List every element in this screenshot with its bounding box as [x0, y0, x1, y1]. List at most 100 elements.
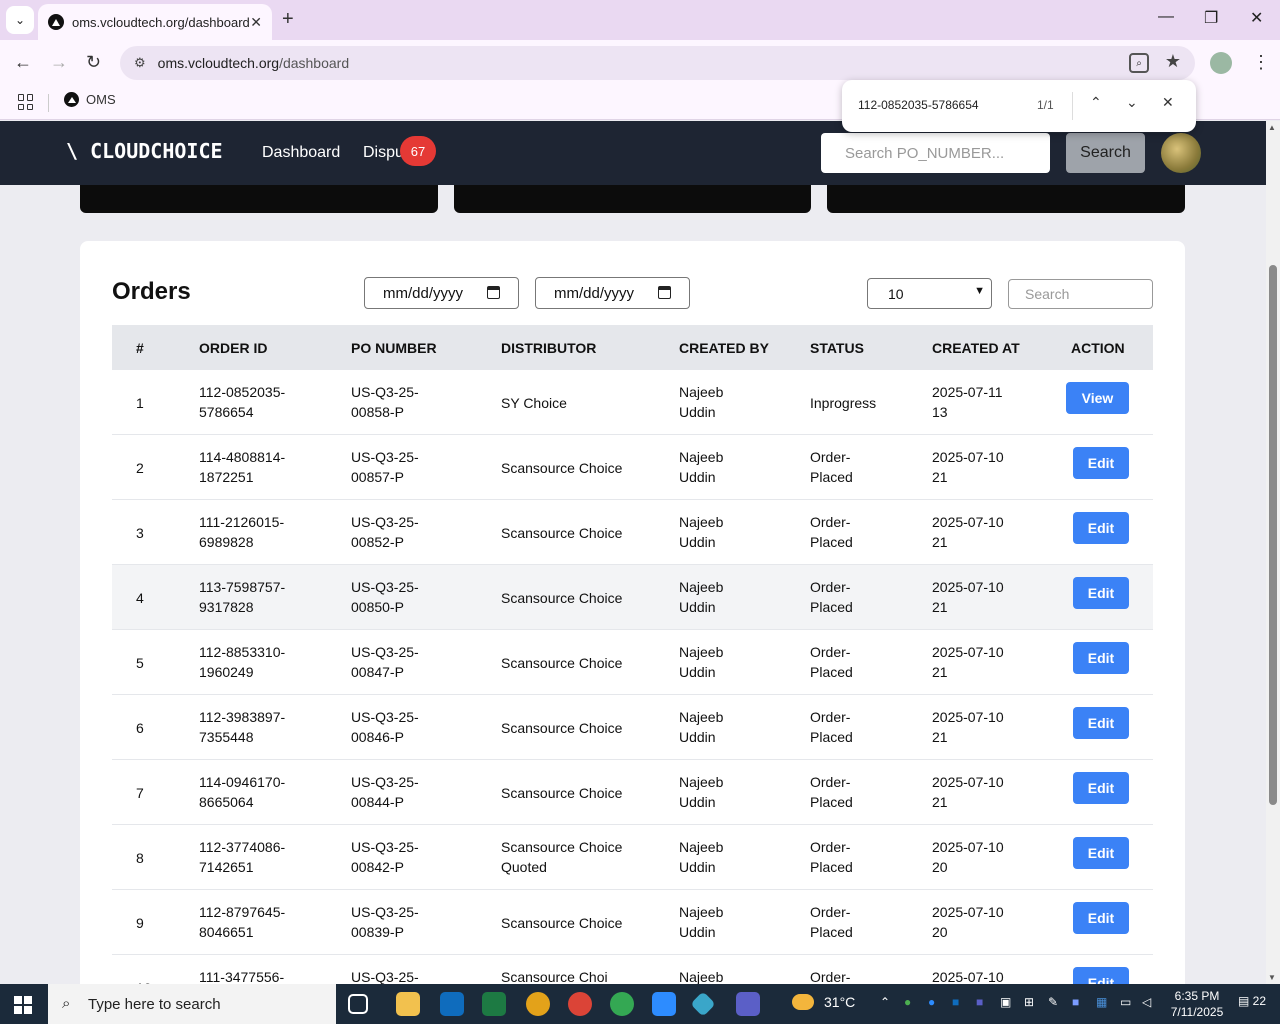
tray-zoom-icon[interactable]: ●	[928, 995, 935, 1009]
date-to-input[interactable]: mm/dd/yyyy	[535, 277, 690, 309]
page-scrollbar[interactable]: ▲ ▼	[1266, 121, 1280, 984]
po-search-button[interactable]: Search	[1066, 133, 1145, 173]
outlook-icon[interactable]	[440, 992, 464, 1016]
edit-order-button[interactable]: Edit	[1073, 642, 1129, 674]
browser-tab[interactable]: oms.vcloudtech.org/dashboard ✕	[38, 4, 272, 40]
table-row: 6 112-3983897- 7355448 US-Q3-25- 00846-P Scan…	[112, 695, 1153, 760]
chrome-profile-icon[interactable]	[568, 992, 592, 1016]
cell-at-line1: 2025-07-10	[932, 644, 1004, 660]
forward-arrow-icon[interactable]: →	[50, 52, 68, 73]
tray-volume-icon[interactable]: ◁	[1142, 995, 1151, 1009]
tray-network-icon[interactable]: ⊞	[1024, 995, 1034, 1009]
calendar-icon[interactable]	[487, 286, 500, 299]
file-explorer-icon[interactable]	[396, 992, 420, 1016]
task-view-icon[interactable]	[348, 994, 368, 1014]
tray-teams-icon[interactable]: ■	[976, 995, 983, 1009]
scrollbar-thumb[interactable]	[1269, 265, 1277, 805]
excel-icon[interactable]	[482, 992, 506, 1016]
bookmark-label: OMS	[86, 92, 116, 107]
back-arrow-icon[interactable]: ←	[14, 52, 32, 73]
tray-pen-icon[interactable]: ✎	[1048, 995, 1058, 1009]
cell-dist-line1: Scansource Choice	[501, 655, 623, 671]
edit-order-button[interactable]: Edit	[1073, 837, 1129, 869]
bookmark-star-icon[interactable]: ★	[1165, 51, 1181, 72]
cloudchoice-logo[interactable]: \ CLOUDCHOICE	[66, 139, 223, 163]
date-from-input[interactable]: mm/dd/yyyy	[364, 277, 519, 309]
date-to-placeholder: mm/dd/yyyy	[554, 284, 635, 302]
search-icon: ⌕	[62, 995, 71, 1012]
weather-widget[interactable]: 31°C	[792, 994, 855, 1010]
cell-order-line2: 5786654	[199, 404, 254, 420]
tab-close-icon[interactable]: ✕	[250, 14, 262, 31]
tab-search-button[interactable]: ⌄	[6, 6, 34, 34]
chrome-icon[interactable]	[526, 992, 550, 1016]
find-close-icon[interactable]: ✕	[1162, 94, 1174, 111]
window-close-icon[interactable]: ✕	[1250, 8, 1263, 28]
scroll-down-icon[interactable]: ▼	[1268, 973, 1276, 982]
teams-icon[interactable]	[736, 992, 760, 1016]
edit-order-button[interactable]: Edit	[1073, 772, 1129, 804]
cell-by-line1: Najeeb	[679, 839, 724, 855]
tray-app2-icon[interactable]: ▦	[1096, 995, 1107, 1009]
col-header-status: STATUS	[810, 340, 864, 356]
edit-order-button[interactable]: Edit	[1073, 707, 1129, 739]
find-query-input[interactable]: 112-0852035-5786654	[858, 98, 979, 112]
nav-link-disputes[interactable]: Dispu	[363, 144, 404, 162]
tray-chrome-icon[interactable]: ●	[904, 995, 911, 1009]
tray-display-icon[interactable]: ▣	[1000, 995, 1011, 1009]
cell-index: 1	[136, 395, 144, 411]
cell-at: 2025-07-10 20	[932, 902, 1004, 942]
edit-order-button[interactable]: Edit	[1073, 447, 1129, 479]
cell-po-line2: 00842-P	[351, 859, 404, 875]
po-number-search-input[interactable]	[821, 133, 1050, 173]
notification-center-icon[interactable]: ▤ 22	[1238, 994, 1266, 1008]
cell-dist: Scansource Choice	[501, 523, 622, 543]
windows-start-icon[interactable]	[14, 996, 32, 1014]
url-omnibox[interactable]: ⚙ oms.vcloudtech.org/dashboard ⌕ ★	[120, 46, 1195, 80]
calendar-icon[interactable]	[658, 286, 671, 299]
edit-order-button[interactable]: Edit	[1073, 512, 1129, 544]
app-diamond-icon[interactable]	[690, 991, 716, 1017]
reload-icon[interactable]: ↻	[86, 52, 101, 73]
cell-order: 112-8797645- 8046651	[199, 902, 285, 942]
cell-dist-line1: Scansource Choice	[501, 460, 623, 476]
minimize-icon[interactable]: —	[1158, 8, 1174, 26]
cell-at: 2025-07-10 20	[932, 837, 1004, 877]
site-settings-icon[interactable]: ⚙	[134, 55, 146, 71]
browser-profile-avatar[interactable]	[1210, 52, 1232, 74]
view-order-button[interactable]: View	[1066, 382, 1129, 414]
nav-link-dashboard[interactable]: Dashboard	[262, 144, 340, 162]
cell-by-line1: Najeeb	[679, 514, 724, 530]
taskbar-clock[interactable]: 6:35 PM 7/11/2025	[1166, 988, 1228, 1020]
tray-wifi-icon[interactable]: ▭	[1120, 995, 1131, 1009]
per-page-select[interactable]: 10 ▼	[867, 278, 992, 309]
cell-order: 113-7598757- 9317828	[199, 577, 285, 617]
user-avatar[interactable]	[1161, 133, 1201, 173]
tray-chevron-up-icon[interactable]: ⌃	[880, 995, 890, 1009]
find-previous-icon[interactable]: ⌃	[1090, 94, 1102, 111]
cell-order-line2: 6989828	[199, 534, 254, 550]
restore-icon[interactable]: ❐	[1204, 8, 1218, 28]
tray-app-icon[interactable]: ■	[1072, 995, 1079, 1009]
table-search-input[interactable]	[1008, 279, 1153, 309]
scroll-up-icon[interactable]: ▲	[1268, 123, 1276, 132]
zoom-icon[interactable]	[652, 992, 676, 1016]
cell-po-line2: 00847-P	[351, 664, 404, 680]
table-row: 3 111-2126015- 6989828 US-Q3-25- 00852-P Scan…	[112, 500, 1153, 565]
taskbar-search-box[interactable]: ⌕ Type here to search	[48, 984, 336, 1024]
new-tab-icon[interactable]: +	[282, 8, 294, 31]
edit-order-button[interactable]: Edit	[1073, 902, 1129, 934]
chrome-active-icon[interactable]	[610, 992, 634, 1016]
cell-po-line2: 00852-P	[351, 534, 404, 550]
find-next-icon[interactable]: ⌄	[1126, 94, 1138, 111]
find-in-page-icon[interactable]: ⌕	[1129, 53, 1149, 73]
col-header-created-at: CREATED AT	[932, 340, 1020, 356]
browser-menu-icon[interactable]: ⋮	[1252, 52, 1270, 73]
oms-favicon-icon	[64, 92, 79, 107]
bookmark-oms[interactable]: OMS	[64, 92, 116, 107]
oms-favicon-icon	[48, 14, 64, 30]
edit-order-button[interactable]: Edit	[1073, 577, 1129, 609]
tray-outlook-icon[interactable]: ■	[952, 995, 959, 1009]
cell-po-line2: 00846-P	[351, 729, 404, 745]
apps-grid-icon[interactable]	[18, 94, 34, 110]
